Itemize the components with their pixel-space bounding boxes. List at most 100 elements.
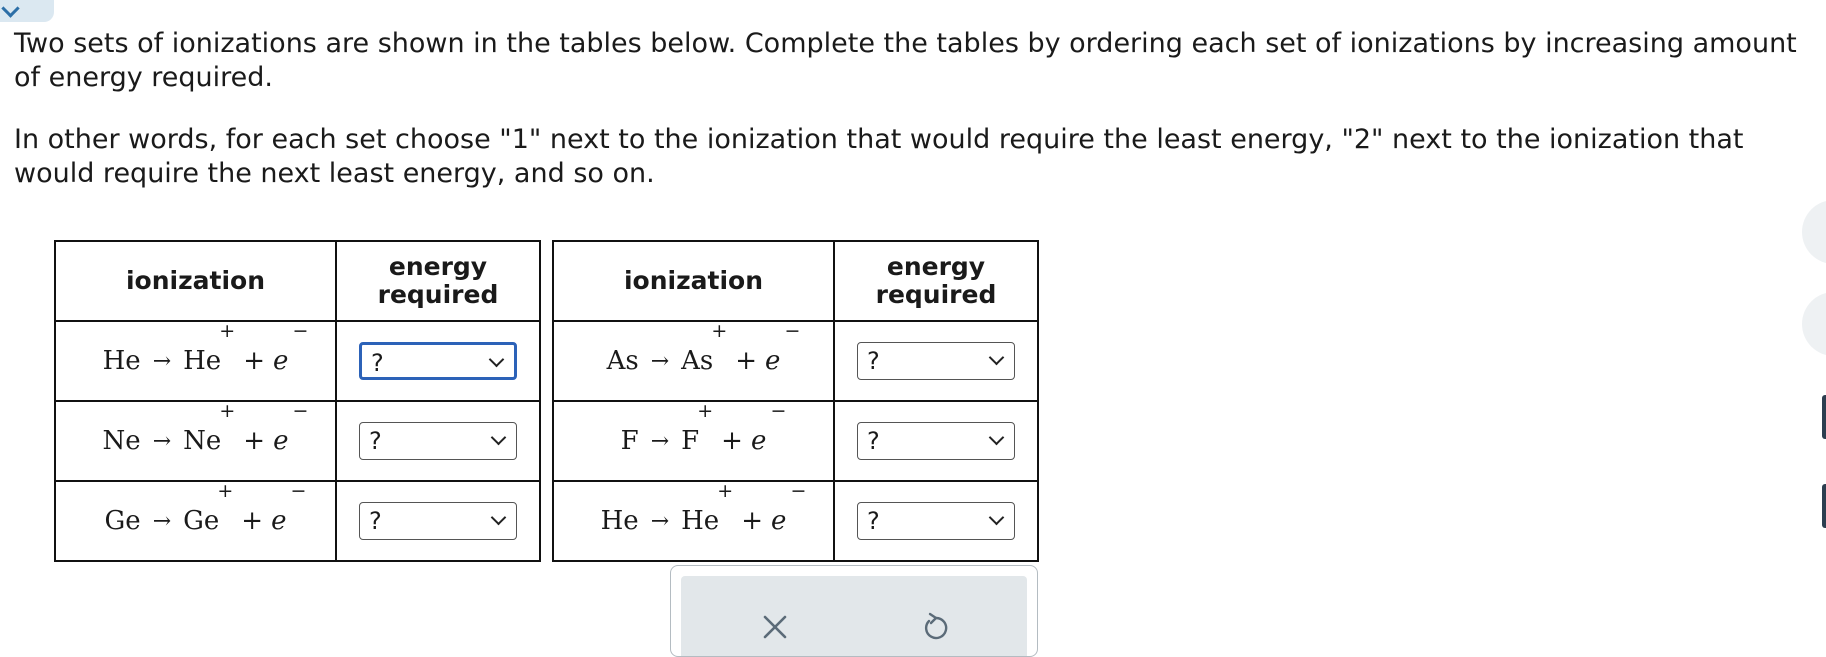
energy-rank-select[interactable]: ? [359, 502, 517, 540]
electron: e [271, 506, 287, 536]
energy-cell: ? [335, 320, 541, 402]
product: F [681, 426, 700, 456]
arrow-icon: → [650, 429, 670, 454]
selected-value: ? [867, 507, 880, 535]
chevron-down-icon [988, 349, 1005, 366]
electron: e [770, 506, 787, 536]
product-charge: + [711, 320, 728, 342]
chevron-down-icon [488, 351, 505, 368]
table-row: He → He + + e − ? [552, 480, 1039, 562]
reactant: He [102, 346, 141, 376]
electron: e [273, 426, 289, 456]
table-row: Ne → Ne + + e − ? [54, 400, 541, 482]
energy-cell: ? [335, 480, 541, 562]
header-ionization: ionization [552, 240, 835, 322]
close-icon[interactable] [761, 613, 789, 641]
header-energy-required: energy required [335, 240, 541, 322]
electron-charge: − [790, 480, 807, 502]
ionization-equation: As → As + + e − [607, 320, 801, 376]
ionization-table-2: ionization energy required As → As + + e − ? F… [552, 240, 1039, 562]
selected-value: ? [371, 349, 384, 377]
plus-sign: + [741, 506, 763, 536]
collapse-toggle[interactable] [0, 0, 54, 22]
plus-sign: + [243, 346, 265, 376]
ionization-equation: Ne → Ne + + e − [102, 400, 309, 456]
ionization-cell: He → He + + e − [552, 480, 835, 562]
ionization-cell: Ne → Ne + + e − [54, 400, 337, 482]
table-row: As → As + + e − ? [552, 320, 1039, 402]
chevron-down-icon [490, 429, 507, 446]
side-tool-button[interactable] [1802, 200, 1826, 264]
chevron-down-icon [1, 0, 20, 18]
plus-sign: + [735, 346, 758, 376]
product: Ne [183, 426, 222, 456]
header-ionization: ionization [54, 240, 337, 322]
chevron-down-icon [490, 509, 507, 526]
ionization-equation: He → He + + e − [600, 480, 807, 536]
electron: e [750, 426, 767, 456]
energy-cell: ? [833, 400, 1039, 482]
energy-rank-select[interactable]: ? [857, 342, 1015, 380]
reactant: He [600, 506, 639, 536]
ionization-cell: Ge → Ge + + e − [54, 480, 337, 562]
plus-sign: + [241, 506, 264, 536]
selected-value: ? [867, 347, 880, 375]
ionization-table-1: ionization energy required He → He + + e − ? N… [54, 240, 541, 562]
arrow-icon: → [650, 509, 670, 534]
arrow-icon: → [152, 349, 172, 374]
selected-value: ? [369, 507, 382, 535]
electron-charge: − [292, 400, 309, 422]
table-row: F → F + + e − ? [552, 400, 1039, 482]
product: As [681, 346, 714, 376]
electron: e [272, 346, 289, 376]
electron-charge: − [292, 320, 309, 342]
plus-sign: + [721, 426, 743, 456]
product-charge: + [219, 400, 236, 422]
selected-value: ? [369, 427, 382, 455]
product: Ge [183, 506, 220, 536]
header-energy-required: energy required [833, 240, 1039, 322]
instruction-paragraph-2: In other words, for each set choose "1" … [14, 124, 1744, 189]
energy-rank-select[interactable]: ? [359, 422, 517, 460]
ionization-equation: Ge → Ge + + e − [104, 480, 307, 536]
energy-rank-select[interactable]: ? [359, 342, 517, 380]
reactant: Ge [104, 506, 141, 536]
side-tool-button[interactable] [1802, 292, 1826, 356]
energy-cell: ? [833, 480, 1039, 562]
selected-value: ? [867, 427, 880, 455]
ionization-cell: As → As + + e − [552, 320, 835, 402]
undo-icon[interactable] [921, 612, 951, 642]
arrow-icon: → [152, 509, 172, 534]
electron-charge: − [770, 400, 787, 422]
electron-charge: − [290, 480, 307, 502]
product: He [183, 346, 222, 376]
energy-rank-select[interactable]: ? [857, 422, 1015, 460]
plus-sign: + [243, 426, 266, 456]
reactant: Ne [102, 426, 141, 456]
table-header-row: ionization energy required [552, 240, 1039, 322]
side-tab[interactable] [1822, 484, 1826, 528]
energy-cell: ? [335, 400, 541, 482]
ionization-cell: F → F + + e − [552, 400, 835, 482]
product: He [681, 506, 720, 536]
chevron-down-icon [988, 509, 1005, 526]
product-charge: + [697, 400, 714, 422]
electron: e [765, 346, 781, 376]
side-tab[interactable] [1822, 395, 1826, 439]
reactant: F [620, 426, 639, 456]
ionization-equation: F → F + + e − [620, 400, 787, 456]
instruction-paragraph-1: Two sets of ionizations are shown in the… [14, 28, 1797, 93]
table-row: He → He + + e − ? [54, 320, 541, 402]
product-charge: + [717, 480, 734, 502]
ionization-equation: He → He + + e − [102, 320, 309, 376]
product-charge: + [219, 320, 236, 342]
energy-cell: ? [833, 320, 1039, 402]
electron-charge: − [784, 320, 801, 342]
table-header-row: ionization energy required [54, 240, 541, 322]
product-charge: + [217, 480, 234, 502]
toolbar-panel [681, 576, 1027, 656]
energy-rank-select[interactable]: ? [857, 502, 1015, 540]
table-row: Ge → Ge + + e − ? [54, 480, 541, 562]
header-energy-text: energy required [377, 252, 499, 309]
arrow-icon: → [152, 429, 172, 454]
